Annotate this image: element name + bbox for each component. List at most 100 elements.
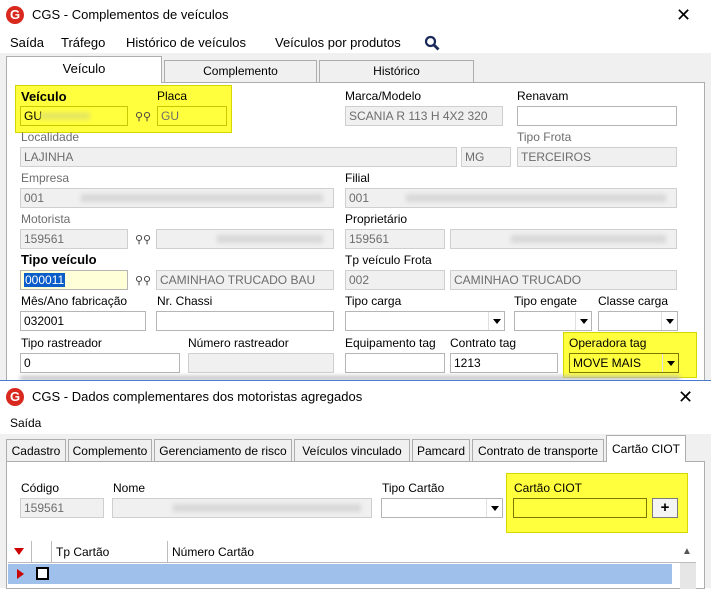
chevron-down-icon[interactable]	[662, 354, 678, 372]
binoculars-icon[interactable]: ⚲⚲	[135, 110, 151, 123]
table-row[interactable]	[8, 564, 672, 584]
row-pointer-icon	[17, 569, 24, 579]
binoculars-icon[interactable]: ⚲⚲	[135, 233, 151, 246]
nome-label: Nome	[113, 481, 146, 495]
tipo-veiculo-label: Tipo veículo	[21, 252, 97, 267]
menu-historico-veiculos[interactable]: Histórico de veículos	[126, 35, 246, 50]
tipo-veiculo-desc: CAMINHAO TRUCADO BAU	[156, 270, 334, 290]
vertical-scrollbar[interactable]	[680, 563, 696, 589]
window-title: CGS - Dados complementares dos motorista…	[32, 389, 363, 404]
placa-input[interactable]: GU	[157, 106, 227, 126]
mes-ano-input[interactable]: 032001	[20, 311, 146, 331]
add-cartao-button[interactable]: +	[652, 498, 678, 518]
filial-input[interactable]: 001	[345, 188, 677, 208]
driver-data-window: G CGS - Dados complementares dos motoris…	[0, 380, 711, 589]
proprietario-label: Proprietário	[345, 212, 408, 226]
cartao-ciot-label: Cartão CIOT	[514, 481, 583, 495]
operadora-tag-select[interactable]: MOVE MAIS	[569, 353, 679, 373]
tab-veiculo[interactable]: Veículo	[6, 56, 162, 83]
menu-veiculos-produtos[interactable]: Veículos por produtos	[275, 35, 401, 50]
classe-carga-select[interactable]	[598, 311, 678, 331]
window-title: CGS - Complementos de veículos	[32, 7, 229, 22]
menu-saida[interactable]: Saída	[10, 416, 41, 430]
tab-veiculos-vinculado[interactable]: Veículos vinculado	[294, 439, 410, 461]
row-checkbox[interactable]	[36, 567, 49, 580]
contrato-tag-input[interactable]: 1213	[450, 353, 558, 373]
checkbox-header	[32, 541, 52, 563]
motorista-input[interactable]: 159561	[20, 229, 128, 249]
cartao-ciot-input[interactable]	[513, 498, 647, 518]
scroll-up-icon[interactable]: ▲	[680, 545, 694, 559]
localidade-input[interactable]: LAJINHA	[20, 147, 457, 167]
tab-pamcard[interactable]: Pamcard	[412, 439, 470, 461]
uf-input[interactable]: MG	[461, 147, 511, 167]
tipo-engate-label: Tipo engate	[514, 294, 577, 308]
veiculo-label: Veículo	[21, 89, 67, 104]
placa-label: Placa	[157, 89, 188, 103]
tipo-veiculo-input[interactable]: 000011	[20, 270, 128, 290]
tp-veiculo-frota-desc: CAMINHAO TRUCADO	[450, 270, 677, 290]
title-bar: G CGS - Dados complementares dos motoris…	[0, 381, 711, 412]
chevron-down-icon[interactable]	[575, 312, 591, 330]
nr-chassi-label: Nr. Chassi	[157, 294, 213, 308]
operadora-tag-label: Operadora tag	[569, 336, 647, 350]
localidade-label: Localidade	[21, 130, 80, 144]
numero-cartao-header[interactable]: Número Cartão	[168, 541, 678, 563]
tipo-carga-label: Tipo carga	[345, 294, 402, 308]
nr-chassi-input[interactable]	[156, 311, 334, 331]
tipo-engate-select[interactable]	[514, 311, 592, 331]
chevron-down-icon[interactable]	[486, 499, 502, 517]
tab-complemento[interactable]: Complemento	[164, 60, 317, 82]
chevron-down-icon[interactable]	[488, 312, 504, 330]
chevron-down-icon[interactable]	[661, 312, 677, 330]
tipo-carga-select[interactable]	[345, 311, 505, 331]
mes-ano-label: Mês/Ano fabricação	[21, 294, 128, 308]
tab-cadastro[interactable]: Cadastro	[6, 439, 66, 461]
tab-cartao-ciot[interactable]: Cartão CIOT	[606, 435, 686, 462]
tab-complemento[interactable]: Complemento	[68, 439, 152, 461]
classe-carga-label: Classe carga	[598, 294, 669, 308]
motorista-nome-input[interactable]	[156, 229, 334, 249]
menu-bar: Saída	[0, 412, 711, 434]
close-icon[interactable]: ✕	[676, 6, 691, 24]
tp-veiculo-frota-label: Tp veículo Frota	[345, 253, 432, 267]
vehicle-complements-window: G CGS - Complementos de veículos ✕ Saída…	[0, 0, 711, 382]
close-icon[interactable]: ✕	[678, 388, 693, 406]
tab-historico[interactable]: Histórico	[319, 60, 474, 82]
empresa-label: Empresa	[21, 171, 70, 185]
tipo-frota-input[interactable]: TERCEIROS	[517, 147, 677, 167]
proprietario-nome-input[interactable]	[450, 229, 677, 249]
tab-contrato-transporte[interactable]: Contrato de transporte	[472, 439, 604, 461]
marca-label: Marca/Modelo	[345, 89, 422, 103]
marca-input[interactable]: SCANIA R 113 H 4X2 320	[345, 106, 503, 126]
renavam-input[interactable]	[517, 106, 677, 126]
menu-saida[interactable]: Saída	[10, 35, 44, 50]
numero-rastreador-input[interactable]	[188, 353, 334, 373]
row-indicator-header	[8, 541, 32, 563]
binoculars-icon[interactable]: ⚲⚲	[135, 274, 151, 287]
search-icon[interactable]	[424, 35, 440, 51]
renavam-label: Renavam	[517, 89, 569, 103]
veiculo-redacted	[40, 112, 90, 120]
numero-rastreador-label: Número rastreador	[188, 336, 289, 350]
cartao-grid-header: Tp Cartão Número Cartão ▲	[8, 541, 696, 563]
nome-input[interactable]	[112, 498, 372, 518]
cgs-logo-icon: G	[6, 6, 24, 24]
equipamento-tag-input[interactable]	[345, 353, 445, 373]
codigo-label: Código	[21, 481, 60, 495]
tab-gerenciamento-risco[interactable]: Gerenciamento de risco	[154, 439, 292, 461]
cgs-logo-icon: G	[6, 388, 24, 406]
tipo-frota-label: Tipo Frota	[517, 130, 572, 144]
tp-veiculo-frota-input[interactable]: 002	[345, 270, 445, 290]
tp-cartao-header[interactable]: Tp Cartão	[52, 541, 168, 563]
tipo-rastreador-label: Tipo rastreador	[21, 336, 102, 350]
tipo-rastreador-input[interactable]: 0	[20, 353, 180, 373]
menu-trafego[interactable]: Tráfego	[61, 35, 105, 50]
sort-down-icon[interactable]	[14, 548, 24, 556]
title-bar: G CGS - Complementos de veículos ✕	[0, 0, 711, 31]
codigo-input[interactable]: 159561	[20, 498, 104, 518]
proprietario-input[interactable]: 159561	[345, 229, 445, 249]
empresa-input[interactable]: 001	[20, 188, 334, 208]
filial-label: Filial	[345, 171, 370, 185]
tipo-cartao-select[interactable]	[381, 498, 503, 518]
